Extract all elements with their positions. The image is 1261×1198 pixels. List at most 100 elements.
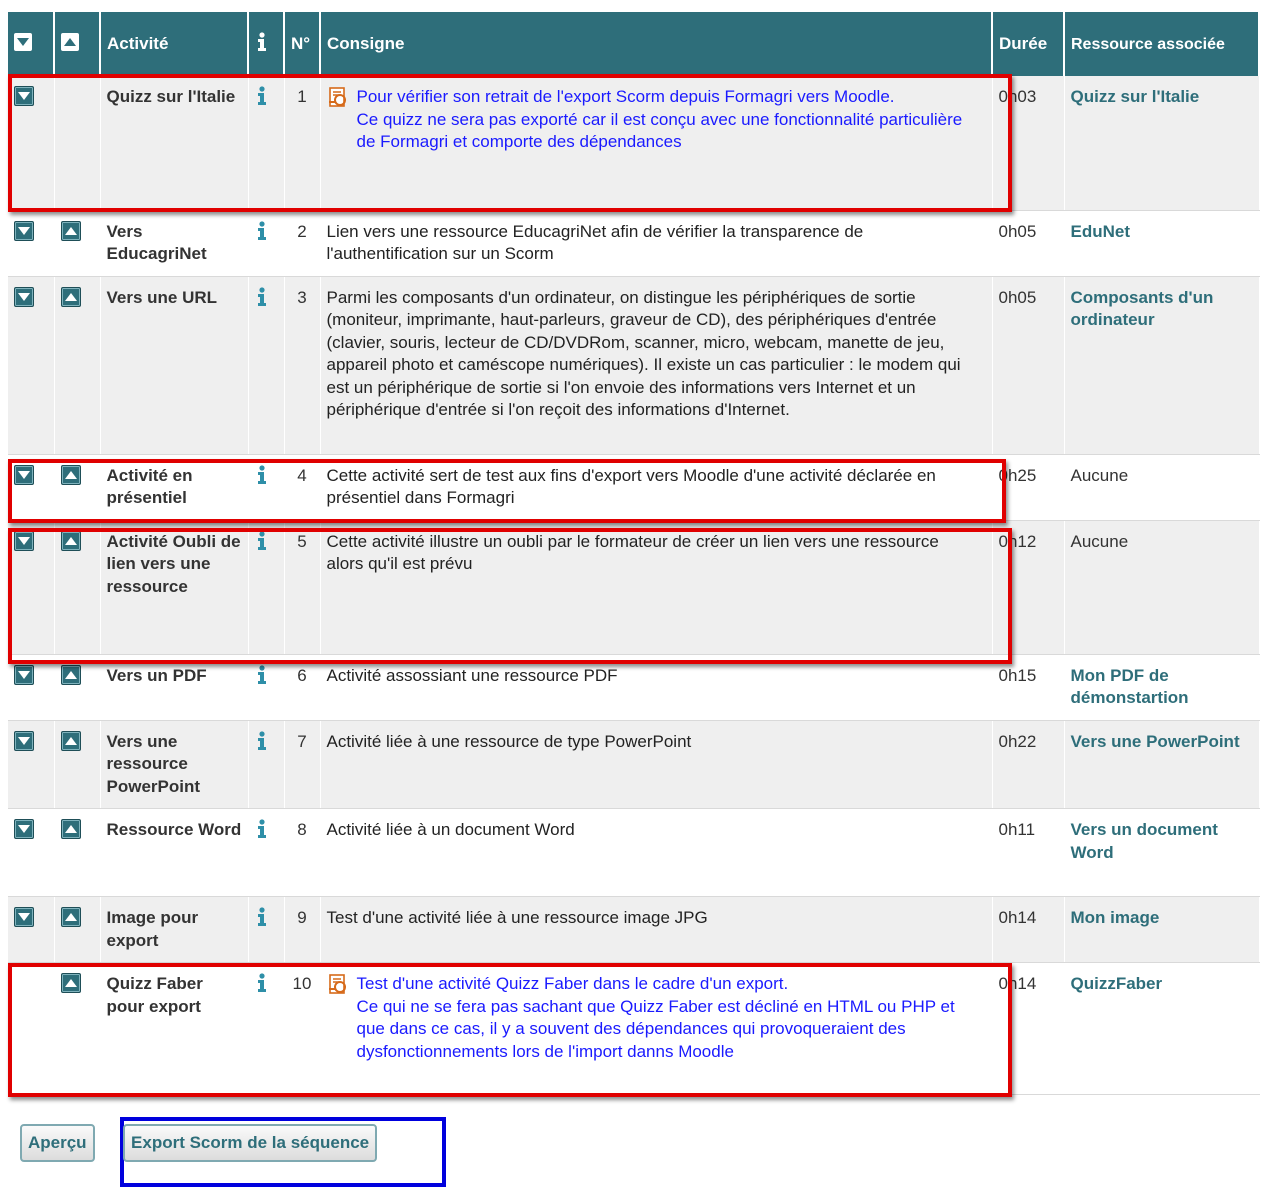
consigne-text: Cette activité sert de test aux fins d'e… bbox=[326, 465, 936, 508]
header-activite: Activité bbox=[100, 12, 249, 76]
chevron-down-icon[interactable] bbox=[14, 464, 34, 485]
consigne-cell: Lien vers une ressource EducagriNet afin… bbox=[320, 210, 993, 277]
consigne-text: Activité liée à un document Word bbox=[326, 820, 575, 839]
table-row: Vers une URL 3 Parmi les composants d'un o… bbox=[8, 276, 1260, 455]
row-collapse-cell bbox=[8, 720, 55, 809]
consigne-text: Parmi les composants d'un ordinateur, on… bbox=[326, 287, 961, 420]
row-collapse-cell bbox=[8, 808, 55, 897]
header-info bbox=[248, 12, 285, 76]
activity-number: 9 bbox=[284, 896, 321, 963]
info-cell bbox=[248, 896, 285, 963]
chevron-up-icon[interactable] bbox=[60, 530, 81, 551]
info-icon[interactable] bbox=[255, 973, 269, 993]
header-expand-all[interactable] bbox=[54, 12, 101, 76]
chevron-up-icon[interactable] bbox=[60, 819, 81, 839]
duration: 0h05 bbox=[992, 210, 1065, 277]
consigne-text: Test d'une activité liée à une ressource… bbox=[326, 908, 708, 927]
header-collapse-all[interactable] bbox=[8, 12, 55, 76]
info-icon[interactable] bbox=[255, 220, 269, 241]
row-collapse-cell bbox=[8, 520, 55, 655]
activity-name: Quizz Faber pour export bbox=[100, 962, 249, 1095]
consigne-text[interactable]: Test d'une activité Quizz Faber dans le … bbox=[357, 973, 986, 1063]
info-icon[interactable] bbox=[255, 464, 269, 485]
info-icon[interactable] bbox=[255, 730, 269, 751]
chevron-down-icon[interactable] bbox=[14, 907, 34, 927]
activity-number: 5 bbox=[284, 520, 321, 655]
activity-number: 2 bbox=[284, 210, 321, 277]
activity-name: Activité en présentiel bbox=[100, 454, 249, 521]
chevron-up-icon[interactable] bbox=[60, 730, 81, 751]
activity-name: Vers une ressource PowerPoint bbox=[100, 720, 249, 809]
duration: 0h22 bbox=[992, 720, 1065, 809]
chevron-up-icon[interactable] bbox=[61, 32, 79, 51]
activity-number: 1 bbox=[284, 76, 321, 211]
associated-resource[interactable]: Mon PDF de démonstartion bbox=[1064, 654, 1260, 721]
chevron-up-icon[interactable] bbox=[60, 664, 81, 685]
table-row: Quizz Faber pour export 10 Test d'une acti… bbox=[8, 962, 1260, 1095]
duration: 0h05 bbox=[992, 276, 1065, 455]
chevron-down-icon[interactable] bbox=[14, 730, 34, 751]
chevron-down-icon[interactable] bbox=[14, 530, 34, 551]
row-expand-cell bbox=[54, 808, 101, 897]
associated-resource[interactable]: Vers un document Word bbox=[1064, 808, 1260, 897]
chevron-down-icon[interactable] bbox=[14, 286, 34, 307]
row-collapse-cell bbox=[8, 962, 55, 1095]
chevron-up-icon[interactable] bbox=[60, 973, 81, 993]
table-row: Vers une ressource PowerPoint 7 Activité l… bbox=[8, 720, 1260, 809]
consigne-cell: Test d'une activité liée à une ressource… bbox=[320, 896, 993, 963]
associated-resource[interactable]: Quizz sur l'Italie bbox=[1064, 76, 1260, 211]
associated-resource[interactable]: QuizzFaber bbox=[1064, 962, 1260, 1095]
info-cell bbox=[248, 720, 285, 809]
activity-name: Quizz sur l'Italie bbox=[100, 76, 249, 211]
consigne-cell: Activité assossiant une ressource PDF bbox=[320, 654, 993, 721]
export-scorm-button[interactable]: Export Scorm de la séquence bbox=[123, 1124, 378, 1162]
info-cell bbox=[248, 454, 285, 521]
quiz-resource-icon bbox=[327, 86, 349, 108]
table-row: Image pour export 9 Test d'une activité li… bbox=[8, 896, 1260, 963]
table-row: Quizz sur l'Italie 1 Pour vérifier son ret… bbox=[8, 76, 1260, 211]
info-cell bbox=[248, 520, 285, 655]
consigne-cell: Parmi les composants d'un ordinateur, on… bbox=[320, 276, 993, 455]
consigne-text: Cette activité illustre un oubli par le … bbox=[326, 531, 939, 574]
chevron-down-icon[interactable] bbox=[14, 220, 34, 241]
consigne-cell: Activité liée à un document Word bbox=[320, 808, 993, 897]
row-expand-cell bbox=[54, 276, 101, 455]
info-icon[interactable] bbox=[255, 664, 269, 685]
info-icon[interactable] bbox=[255, 530, 269, 551]
table-row: Vers un PDF 6 Activité assossiant une ress… bbox=[8, 654, 1260, 721]
row-collapse-cell bbox=[8, 276, 55, 455]
activity-name: Vers EducagriNet bbox=[100, 210, 249, 277]
row-collapse-cell bbox=[8, 210, 55, 277]
chevron-down-icon[interactable] bbox=[14, 664, 34, 685]
activity-name: Vers une URL bbox=[100, 276, 249, 455]
quiz-resource-icon bbox=[327, 973, 349, 995]
chevron-up-icon[interactable] bbox=[60, 220, 81, 241]
header-num: N° bbox=[284, 12, 321, 76]
consigne-text[interactable]: Pour vérifier son retrait de l'export Sc… bbox=[357, 86, 986, 154]
associated-resource[interactable]: EduNet bbox=[1064, 210, 1260, 277]
associated-resource[interactable]: Vers une PowerPoint bbox=[1064, 720, 1260, 809]
info-icon bbox=[255, 31, 269, 52]
chevron-down-icon[interactable] bbox=[14, 32, 32, 51]
info-icon[interactable] bbox=[255, 86, 269, 106]
apercu-button[interactable]: Aperçu bbox=[20, 1124, 95, 1162]
associated-resource[interactable]: Mon image bbox=[1064, 896, 1260, 963]
activity-number: 4 bbox=[284, 454, 321, 521]
table-header: Activité N° Consigne Durée Ressource ass… bbox=[8, 12, 1260, 76]
duration: 0h11 bbox=[992, 808, 1065, 897]
info-cell bbox=[248, 654, 285, 721]
row-expand-cell bbox=[54, 720, 101, 809]
chevron-down-icon[interactable] bbox=[14, 819, 34, 839]
info-icon[interactable] bbox=[255, 907, 269, 927]
info-icon[interactable] bbox=[255, 819, 269, 839]
row-expand-cell bbox=[54, 210, 101, 277]
chevron-down-icon[interactable] bbox=[14, 86, 34, 106]
consigne-cell: Cette activité sert de test aux fins d'e… bbox=[320, 454, 993, 521]
chevron-up-icon[interactable] bbox=[60, 464, 81, 485]
chevron-up-icon[interactable] bbox=[60, 907, 81, 927]
info-cell bbox=[248, 962, 285, 1095]
info-icon[interactable] bbox=[255, 286, 269, 307]
associated-resource[interactable]: Composants d'un ordinateur bbox=[1064, 276, 1260, 455]
activity-table: Activité N° Consigne Durée Ressource ass… bbox=[8, 12, 1260, 1095]
chevron-up-icon[interactable] bbox=[60, 286, 81, 307]
